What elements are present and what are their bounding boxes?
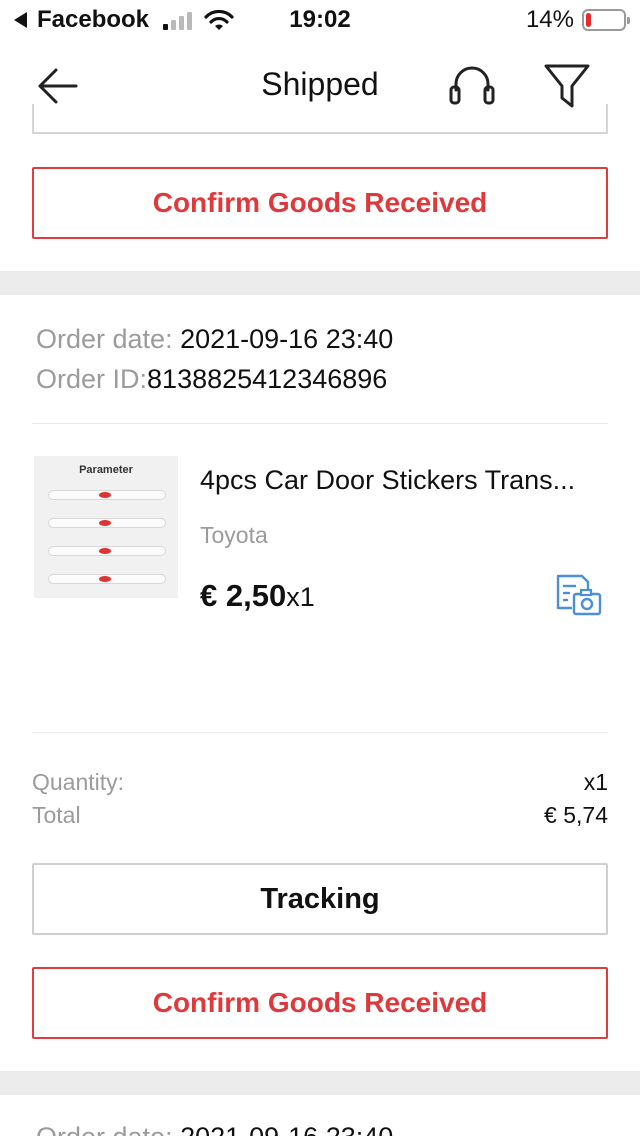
next-order-date-value: 2021-09-16 23:40: [180, 1122, 393, 1136]
sticker-strip: [48, 518, 166, 528]
product-variant: Toyota: [200, 522, 268, 548]
battery-level: [586, 13, 591, 27]
order-date-label: Order date:: [36, 324, 181, 354]
section-divider: [0, 1071, 640, 1095]
order-id-label: Order ID:: [36, 364, 148, 394]
total-label: Total: [32, 802, 81, 828]
order-date: Order date: 2021-09-16 23:40: [36, 324, 393, 355]
total-row: Total € 5,74: [32, 802, 608, 829]
confirm-goods-received-button-previous[interactable]: Confirm Goods Received: [32, 167, 608, 239]
status-bar: Facebook 19:02 14%: [0, 0, 640, 40]
product-price: € 2,50x1: [200, 578, 315, 614]
price-value: € 2,50: [200, 578, 287, 613]
confirm-goods-received-button[interactable]: Confirm Goods Received: [32, 967, 608, 1039]
quantity-row: Quantity: x1: [32, 769, 608, 796]
photo-review-icon[interactable]: [554, 572, 604, 618]
price-qty: x1: [286, 582, 315, 612]
next-order-date-label: Order date:: [36, 1122, 180, 1136]
toyota-logo-icon: [99, 492, 111, 498]
section-divider: [0, 271, 640, 295]
previous-order-card-edge: [32, 104, 608, 134]
sticker-strip: [48, 490, 166, 500]
product-thumbnail[interactable]: Parameter: [34, 456, 178, 598]
toyota-logo-icon: [99, 548, 111, 554]
battery-status: 14%: [525, 6, 630, 34]
order-id-value: 8138825412346896: [147, 364, 388, 394]
toyota-logo-icon: [99, 520, 111, 526]
quantity-label: Quantity:: [32, 769, 125, 795]
divider: [32, 423, 608, 424]
thumbnail-heading: Parameter: [79, 464, 133, 476]
divider: [32, 732, 608, 733]
sticker-strip: [48, 574, 166, 584]
battery-icon: [582, 9, 630, 31]
tracking-button[interactable]: Tracking: [32, 863, 608, 935]
product-title[interactable]: 4pcs Car Door Stickers Trans...: [200, 465, 600, 496]
order-id: Order ID:8138825412346896: [36, 364, 387, 395]
next-order-date: Order date: 2021-09-16 23:40: [36, 1122, 393, 1136]
toyota-logo-icon: [99, 576, 111, 582]
order-date-value: 2021-09-16 23:40: [180, 324, 394, 354]
battery-percent: 14%: [525, 6, 574, 33]
total-value: € 5,74: [544, 802, 608, 828]
sticker-strip: [48, 546, 166, 556]
quantity-value: x1: [583, 769, 608, 795]
